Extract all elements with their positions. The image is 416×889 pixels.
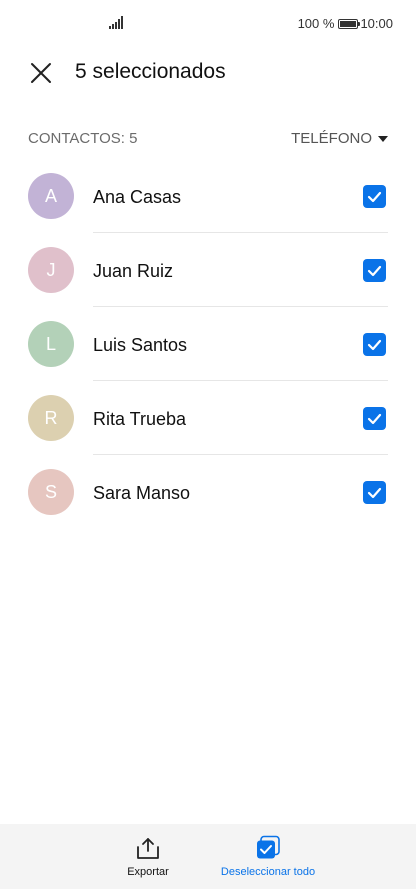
battery-percent: 100 % [297, 16, 335, 31]
avatar: L [28, 321, 74, 367]
page-title: 5 seleccionados [75, 60, 226, 83]
avatar: J [28, 247, 74, 293]
export-label: Exportar [127, 866, 169, 878]
contact-checkbox[interactable] [363, 481, 386, 504]
check-icon [367, 191, 382, 203]
contact-name: Sara Manso [93, 483, 191, 503]
deselect-all-icon [257, 835, 280, 859]
contact-name: Luis Santos [93, 335, 188, 355]
contact-name: Rita Trueba [93, 409, 187, 429]
contact-name: Ana Casas [93, 187, 182, 207]
list-header: CONTACTOS: 5 TELÉFONO [28, 130, 388, 150]
check-icon [367, 487, 382, 499]
contact-row[interactable]: R Rita Trueba [0, 381, 416, 455]
deselect-label: Deseleccionar todo [220, 866, 316, 878]
avatar: S [28, 469, 74, 515]
check-icon [367, 265, 382, 277]
deselect-all-button[interactable]: Deseleccionar todo [213, 824, 323, 889]
close-icon [31, 63, 51, 83]
contacts-count: CONTACTOS: 5 [28, 130, 138, 147]
bottom-action-bar: Exportar Deseleccionar todo [0, 824, 416, 889]
phone-filter-dropdown[interactable]: TELÉFONO [291, 130, 388, 147]
clock: 10:00 [360, 16, 393, 31]
avatar: A [28, 173, 74, 219]
status-bar: 100 % 10:00 [0, 0, 416, 48]
contact-row[interactable]: L Luis Santos [0, 307, 416, 381]
contact-checkbox[interactable] [363, 259, 386, 282]
share-icon [137, 838, 159, 859]
avatar: R [28, 395, 74, 441]
contact-row[interactable]: J Juan Ruiz [0, 233, 416, 307]
filter-label: TELÉFONO [291, 130, 372, 147]
status-right: 100 % 10:00 [298, 16, 393, 31]
close-button[interactable] [26, 58, 56, 88]
contact-row[interactable]: A Ana Casas [0, 159, 416, 233]
signal-icon [109, 16, 123, 29]
check-icon [367, 413, 382, 425]
contact-checkbox[interactable] [363, 333, 386, 356]
check-icon [367, 339, 382, 351]
contact-name: Juan Ruiz [93, 261, 174, 281]
export-button[interactable]: Exportar [118, 824, 178, 889]
battery-icon [338, 18, 361, 29]
contact-row[interactable]: S Sara Manso [0, 455, 416, 529]
contact-checkbox[interactable] [363, 185, 386, 208]
caret-down-icon [378, 135, 388, 142]
selection-header: 5 seleccionados [0, 50, 416, 96]
contact-checkbox[interactable] [363, 407, 386, 430]
contact-list: A Ana Casas J Juan Ruiz L Luis Santos R … [0, 159, 416, 529]
